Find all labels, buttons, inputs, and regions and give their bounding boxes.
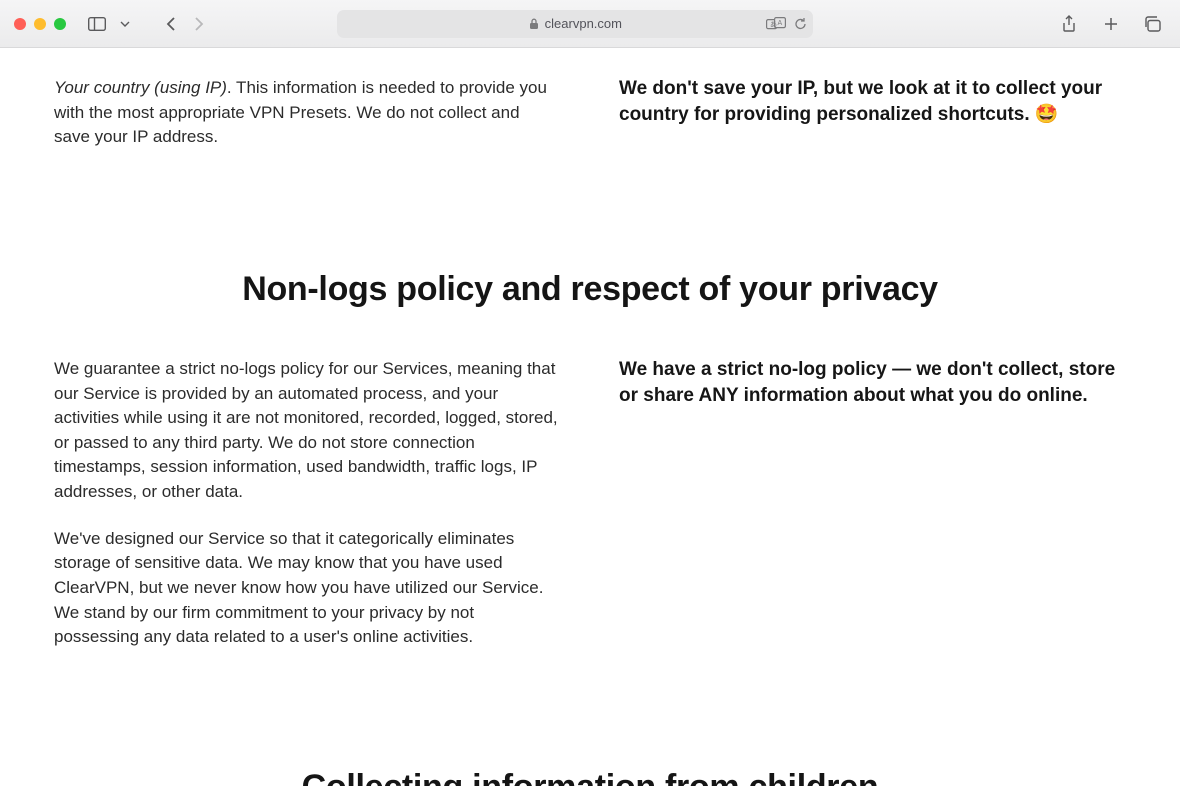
fullscreen-window-button[interactable]	[54, 18, 66, 30]
minimize-window-button[interactable]	[34, 18, 46, 30]
back-button[interactable]	[158, 12, 184, 36]
tabs-overview-button[interactable]	[1140, 12, 1166, 36]
ip-italic-prefix: Your country (using IP)	[54, 78, 227, 97]
translate-icon[interactable]: あ A	[766, 17, 786, 31]
forward-button[interactable]	[186, 12, 212, 36]
page-content: Your country (using IP). This informatio…	[0, 48, 1180, 786]
nologs-p2: We've designed our Service so that it ca…	[54, 527, 559, 650]
window-controls	[14, 18, 66, 30]
ip-left-text: Your country (using IP). This informatio…	[54, 76, 559, 150]
chevron-down-icon[interactable]	[112, 12, 138, 36]
ip-summary: We don't save your IP, but we look at it…	[619, 76, 1126, 150]
sidebar-toggle-button[interactable]	[84, 12, 110, 36]
svg-text:あ: あ	[770, 20, 777, 28]
lock-icon	[529, 18, 539, 30]
reload-button[interactable]	[794, 17, 807, 31]
url-text: clearvpn.com	[545, 16, 622, 31]
nologs-p1: We guarantee a strict no-logs policy for…	[54, 357, 559, 505]
close-window-button[interactable]	[14, 18, 26, 30]
svg-text:A: A	[778, 20, 783, 27]
ip-section: Your country (using IP). This informatio…	[54, 76, 1126, 150]
nologs-heading: Non-logs policy and respect of your priv…	[54, 270, 1126, 309]
children-heading: Collecting information from children	[54, 768, 1126, 786]
browser-toolbar: clearvpn.com あ A	[0, 0, 1180, 48]
new-tab-button[interactable]	[1098, 12, 1124, 36]
address-bar[interactable]: clearvpn.com あ A	[337, 10, 813, 38]
nologs-section: We guarantee a strict no-logs policy for…	[54, 357, 1126, 650]
nologs-summary: We have a strict no-log policy — we don'…	[619, 357, 1126, 650]
share-button[interactable]	[1056, 12, 1082, 36]
